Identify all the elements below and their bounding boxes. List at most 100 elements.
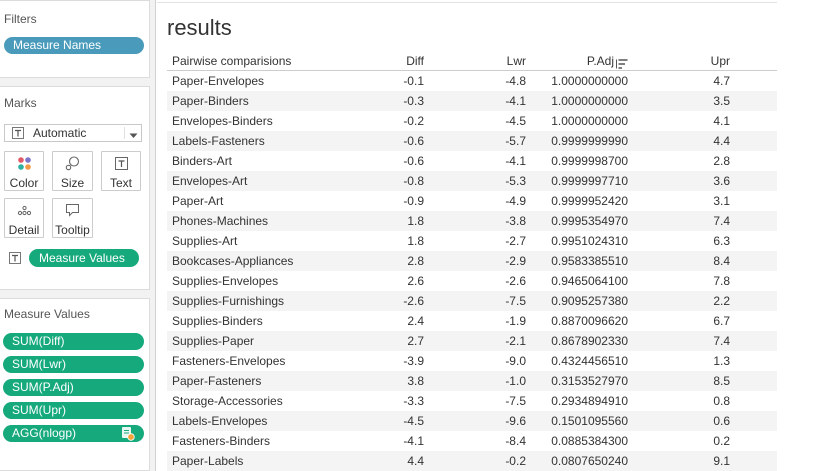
diff-cell[interactable]: 2.8 [380,251,428,271]
pair-cell[interactable]: Binders-Art [167,151,380,171]
lwr-cell[interactable]: -0.2 [428,451,530,471]
table-row[interactable]: Phones-Machines 1.8 -3.8 0.9995354970 7.4 [167,211,777,231]
diff-cell[interactable]: -4.5 [380,411,428,431]
measure-pill-upr[interactable]: SUM(Upr) [3,402,144,419]
lwr-cell[interactable]: -2.9 [428,251,530,271]
p-adj-cell[interactable]: 0.2934894910 [530,391,632,411]
upr-cell[interactable]: 7.8 [632,271,734,291]
table-row[interactable]: Envelopes-Art -0.8 -5.3 0.9999997710 3.6 [167,171,777,191]
table-row[interactable]: Supplies-Furnishings -2.6 -7.5 0.9095257380… [167,291,777,311]
lwr-cell[interactable]: -9.6 [428,411,530,431]
mark-type-dropdown[interactable]: Automatic [4,124,142,142]
lwr-cell[interactable]: -7.5 [428,391,530,411]
pair-cell[interactable]: Paper-Envelopes [167,71,380,91]
upr-cell[interactable]: 8.4 [632,251,734,271]
lwr-cell[interactable]: -3.8 [428,211,530,231]
column-header-upr[interactable]: Upr [632,52,734,70]
upr-cell[interactable]: 4.1 [632,111,734,131]
p-adj-cell[interactable]: 1.0000000000 [530,111,632,131]
p-adj-cell[interactable]: 0.8870096620 [530,311,632,331]
upr-cell[interactable]: 4.7 [632,71,734,91]
p-adj-cell[interactable]: 0.9995354970 [530,211,632,231]
pair-cell[interactable]: Paper-Labels [167,451,380,471]
upr-cell[interactable]: 3.6 [632,171,734,191]
measure-pill-diff[interactable]: SUM(Diff) [3,333,144,350]
diff-cell[interactable]: -3.9 [380,351,428,371]
measure-pill-p-adj[interactable]: SUM(P.Adj) [3,379,144,396]
upr-cell[interactable]: 7.4 [632,331,734,351]
table-row[interactable]: Paper-Fasteners 3.8 -1.0 0.3153527970 8.5 [167,371,777,391]
diff-cell[interactable]: -0.8 [380,171,428,191]
diff-cell[interactable]: -3.3 [380,391,428,411]
lwr-cell[interactable]: -1.0 [428,371,530,391]
p-adj-cell[interactable]: 1.0000000000 [530,71,632,91]
diff-cell[interactable]: -2.6 [380,291,428,311]
table-row[interactable]: Paper-Binders -0.3 -4.1 1.0000000000 3.5 [167,91,777,111]
lwr-cell[interactable]: -4.9 [428,191,530,211]
upr-cell[interactable]: 3.5 [632,91,734,111]
diff-cell[interactable]: -4.1 [380,431,428,451]
table-row[interactable]: Labels-Fasteners -0.6 -5.7 0.9999999990 4.4 [167,131,777,151]
lwr-cell[interactable]: -4.5 [428,111,530,131]
filter-pill-measure-names[interactable]: Measure Names [4,37,144,54]
pair-cell[interactable]: Phones-Machines [167,211,380,231]
p-adj-cell[interactable]: 0.9999998700 [530,151,632,171]
upr-cell[interactable]: 4.4 [632,131,734,151]
p-adj-cell[interactable]: 0.9465064100 [530,271,632,291]
p-adj-cell[interactable]: 0.0807650240 [530,451,632,471]
diff-cell[interactable]: 2.7 [380,331,428,351]
table-row[interactable]: Supplies-Envelopes 2.6 -2.6 0.9465064100 7.8 [167,271,777,291]
diff-cell[interactable]: 1.8 [380,211,428,231]
p-adj-cell[interactable]: 0.9999997710 [530,171,632,191]
table-row[interactable]: Storage-Accessories -3.3 -7.5 0.2934894910 0… [167,391,777,411]
pair-cell[interactable]: Paper-Fasteners [167,371,380,391]
p-adj-cell[interactable]: 0.3153527970 [530,371,632,391]
lwr-cell[interactable]: -4.1 [428,151,530,171]
table-row[interactable]: Paper-Envelopes -0.1 -4.8 1.0000000000 4.7 [167,71,777,91]
diff-cell[interactable]: -0.6 [380,131,428,151]
lwr-cell[interactable]: -2.1 [428,331,530,351]
p-adj-cell[interactable]: 0.0885384300 [530,431,632,451]
text-button[interactable]: Text [101,151,141,191]
upr-cell[interactable]: 7.4 [632,211,734,231]
table-row[interactable]: Supplies-Binders 2.4 -1.9 0.8870096620 6.7 [167,311,777,331]
sort-descending-icon[interactable] [616,56,628,69]
lwr-cell[interactable]: -7.5 [428,291,530,311]
upr-cell[interactable]: 6.7 [632,311,734,331]
p-adj-cell[interactable]: 1.0000000000 [530,91,632,111]
p-adj-cell[interactable]: 0.9095257380 [530,291,632,311]
upr-cell[interactable]: 3.1 [632,191,734,211]
pair-cell[interactable]: Paper-Art [167,191,380,211]
upr-cell[interactable]: 6.3 [632,231,734,251]
p-adj-cell[interactable]: 0.8678902330 [530,331,632,351]
pair-cell[interactable]: Fasteners-Binders [167,431,380,451]
p-adj-cell[interactable]: 0.9951024310 [530,231,632,251]
table-row[interactable]: Supplies-Paper 2.7 -2.1 0.8678902330 7.4 [167,331,777,351]
table-row[interactable]: Supplies-Art 1.8 -2.7 0.9951024310 6.3 [167,231,777,251]
color-button[interactable]: Color [4,151,44,191]
diff-cell[interactable]: 3.8 [380,371,428,391]
diff-cell[interactable]: 2.6 [380,271,428,291]
table-row[interactable]: Fasteners-Binders -4.1 -8.4 0.0885384300 0.2 [167,431,777,451]
pair-cell[interactable]: Envelopes-Art [167,171,380,191]
measure-pill-lwr[interactable]: SUM(Lwr) [3,356,144,373]
pair-cell[interactable]: Envelopes-Binders [167,111,380,131]
upr-cell[interactable]: 0.6 [632,411,734,431]
column-header-diff[interactable]: Diff [380,52,428,70]
pair-cell[interactable]: Supplies-Furnishings [167,291,380,311]
pair-cell[interactable]: Bookcases-Appliances [167,251,380,271]
table-row[interactable]: Fasteners-Envelopes -3.9 -9.0 0.4324456510 1… [167,351,777,371]
pair-cell[interactable]: Supplies-Paper [167,331,380,351]
pair-cell[interactable]: Supplies-Art [167,231,380,251]
diff-cell[interactable]: -0.1 [380,71,428,91]
pair-cell[interactable]: Labels-Envelopes [167,411,380,431]
upr-cell[interactable]: 0.8 [632,391,734,411]
p-adj-cell[interactable]: 0.4324456510 [530,351,632,371]
upr-cell[interactable]: 9.1 [632,451,734,471]
table-row[interactable]: Bookcases-Appliances 2.8 -2.9 0.9583385510 8… [167,251,777,271]
diff-cell[interactable]: 2.4 [380,311,428,331]
lwr-cell[interactable]: -2.6 [428,271,530,291]
upr-cell[interactable]: 2.8 [632,151,734,171]
pair-cell[interactable]: Labels-Fasteners [167,131,380,151]
table-row[interactable]: Envelopes-Binders -0.2 -4.5 1.0000000000 4.1 [167,111,777,131]
